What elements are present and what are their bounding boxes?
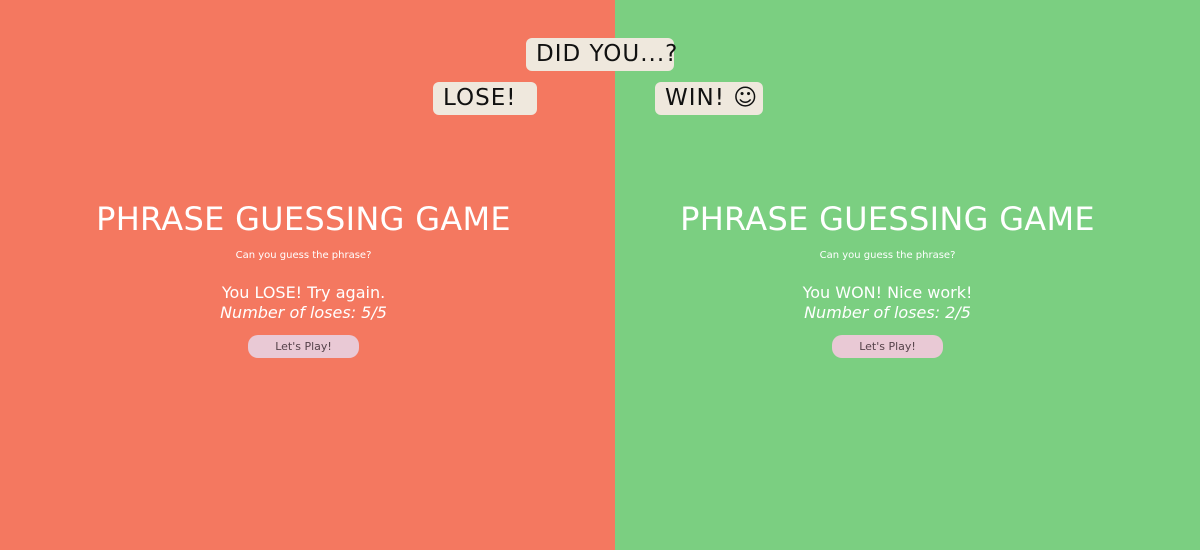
result-message: You LOSE! Try again. (221, 283, 386, 302)
result-message: You WON! Nice work! (802, 283, 973, 302)
game-title: PHRASE GUESSING GAME (96, 200, 511, 238)
lose-tag: LOSE! (433, 82, 537, 115)
win-tag: WIN! ☺ (655, 82, 763, 115)
play-button[interactable]: Let's Play! (248, 335, 359, 358)
losses-counter: Number of loses: 2/5 (804, 303, 971, 322)
play-button[interactable]: Let's Play! (832, 335, 943, 358)
game-subtitle: Can you guess the phrase? (819, 250, 956, 261)
losses-counter: Number of loses: 5/5 (220, 303, 387, 322)
game-subtitle: Can you guess the phrase? (235, 250, 372, 261)
win-content: PHRASE GUESSING GAME Can you guess the p… (615, 199, 1160, 358)
question-tag: DID YOU...? (526, 38, 677, 71)
game-title: PHRASE GUESSING GAME (680, 200, 1095, 238)
comparison-stage: PHRASE GUESSING GAME Can you guess the p… (0, 0, 1200, 550)
lose-content: PHRASE GUESSING GAME Can you guess the p… (0, 199, 607, 358)
